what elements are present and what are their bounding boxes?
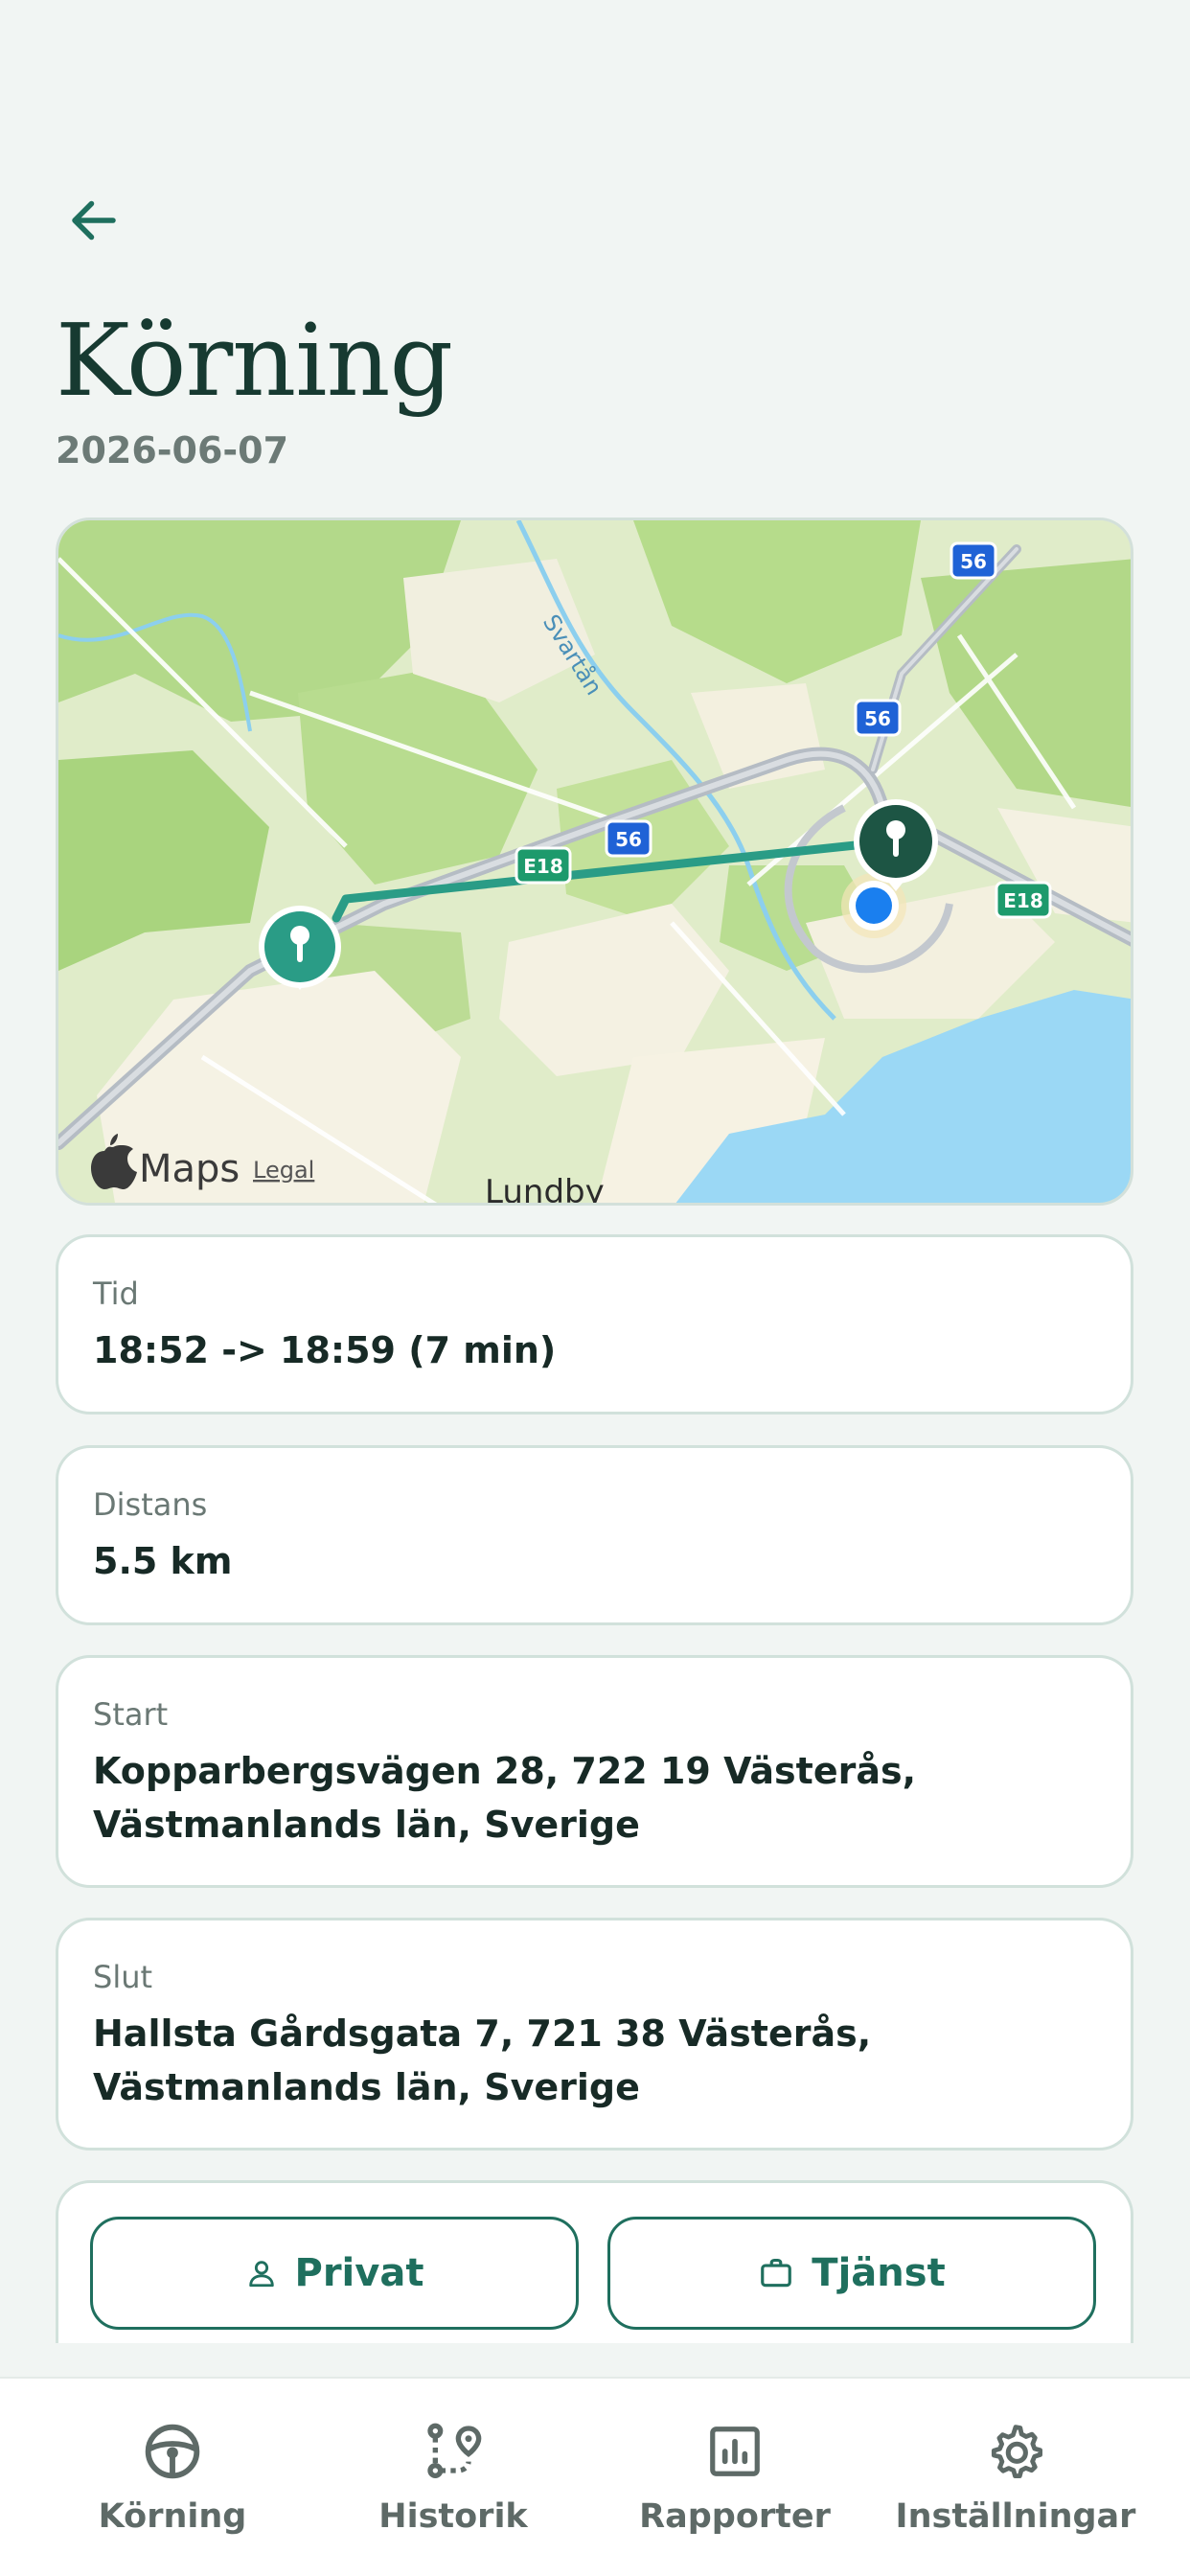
tab-historik-label: Historik: [378, 2497, 528, 2536]
end-address-card: Slut Hallsta Gårdsgata 7, 721 38 Västerå…: [56, 1918, 1133, 2150]
tab-korning[interactable]: Körning: [29, 2417, 316, 2551]
tab-korning-label: Körning: [98, 2497, 247, 2536]
legal-link[interactable]: Legal: [253, 1157, 314, 1184]
distance-label: Distans: [93, 1486, 208, 1523]
start-address-card: Start Kopparbergsvägen 28, 722 19 Väster…: [56, 1655, 1133, 1888]
road-shield-e18-east: E18: [995, 881, 1052, 919]
back-button[interactable]: [56, 182, 132, 259]
briefcase-icon: [761, 2258, 792, 2288]
svg-text:56: 56: [615, 828, 642, 851]
tab-historik[interactable]: Historik: [309, 2417, 597, 2551]
time-value: 18:52 -> 18:59 (7 min): [93, 1329, 557, 1371]
road-shield-56-top: 56: [950, 541, 997, 580]
end-label: Slut: [93, 1959, 153, 1995]
person-icon: [248, 2261, 274, 2288]
tab-rapporter-label: Rapporter: [639, 2497, 831, 2536]
trip-type-card: Privat Tjänst: [56, 2180, 1133, 2343]
tab-installningar[interactable]: Inställningar: [872, 2417, 1159, 2551]
route-history-icon: [427, 2423, 482, 2478]
svg-text:56: 56: [960, 550, 987, 573]
tab-bar: Körning Historik Rapporter Inställningar: [0, 2377, 1190, 2576]
time-label: Tid: [93, 1276, 139, 1312]
route-map[interactable]: E18 E18 56 56 56 Svartån Lundby Maps Leg…: [56, 518, 1133, 1206]
distance-card: Distans 5.5 km: [56, 1445, 1133, 1625]
svg-text:56: 56: [864, 707, 891, 730]
bar-chart-icon: [710, 2426, 760, 2476]
page-title: Körning: [56, 302, 453, 419]
map-canvas: E18 E18 56 56 56 Svartån Lundby Maps Leg…: [58, 520, 1131, 1206]
start-label: Start: [93, 1696, 169, 1733]
drive-detail-screen: Körning 2026-06-07 E18 E18 56 56 56 Svar…: [0, 0, 1190, 2576]
distance-value: 5.5 km: [93, 1540, 233, 1582]
steering-wheel-icon: [145, 2424, 200, 2479]
arrow-left-icon: [72, 200, 116, 241]
road-shield-56-north: 56: [854, 699, 902, 737]
private-button[interactable]: Privat: [90, 2217, 579, 2330]
end-address: Hallsta Gårdsgata 7, 721 38 Västerås, Vä…: [93, 2012, 872, 2108]
start-address: Kopparbergsvägen 28, 722 19 Västerås, Vä…: [93, 1750, 917, 1846]
road-shield-e18: E18: [515, 846, 572, 885]
svg-text:Maps: Maps: [139, 1147, 240, 1191]
svg-text:E18: E18: [523, 855, 563, 878]
drive-date: 2026-06-07: [56, 429, 289, 472]
svg-text:E18: E18: [1003, 889, 1043, 912]
private-button-label: Privat: [294, 2251, 424, 2295]
tab-installningar-label: Inställningar: [895, 2497, 1136, 2536]
business-button-label: Tjänst: [812, 2251, 946, 2295]
business-button[interactable]: Tjänst: [607, 2217, 1096, 2330]
gear-icon: [991, 2425, 1042, 2478]
tab-rapporter[interactable]: Rapporter: [591, 2417, 879, 2551]
road-shield-56: 56: [605, 819, 652, 858]
district-label: Lundby: [485, 1173, 605, 1206]
time-card: Tid 18:52 -> 18:59 (7 min): [56, 1234, 1133, 1414]
